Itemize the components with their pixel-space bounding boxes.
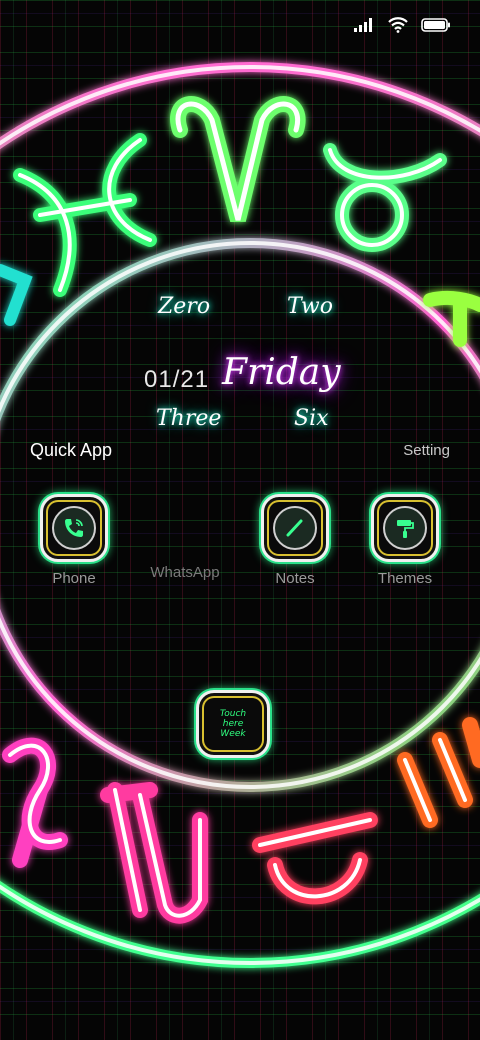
app-icon-frame xyxy=(261,494,329,562)
clock-minute-tens: Three xyxy=(156,406,222,431)
app-phone[interactable]: Phone xyxy=(38,494,110,587)
aquarius-sign xyxy=(0,264,33,326)
aries-sign xyxy=(170,96,306,223)
signal-icon xyxy=(352,16,376,34)
touch-week-button[interactable]: Touch here Week xyxy=(196,690,270,758)
battery-icon xyxy=(420,16,452,34)
leo-sign xyxy=(397,717,480,828)
app-icon-frame xyxy=(371,494,439,562)
clock-hour-tens: Zero xyxy=(158,294,211,319)
wifi-icon xyxy=(386,16,410,34)
app-icon-frame xyxy=(40,494,108,562)
weekday-text: Friday xyxy=(222,352,341,393)
app-themes[interactable]: Themes xyxy=(369,494,441,587)
pen-icon xyxy=(273,506,317,550)
quick-app-label: Quick App xyxy=(30,440,113,460)
setting-button[interactable]: Setting xyxy=(403,442,450,459)
touch-week-text: Touch here Week xyxy=(219,709,247,739)
date-text: 01/21 xyxy=(144,366,210,393)
app-label-whatsapp: WhatsApp xyxy=(150,564,220,581)
paint-roller-icon xyxy=(383,506,427,550)
clock-minute-ones: Six xyxy=(294,406,329,431)
app-label-themes: Themes xyxy=(377,570,433,587)
status-bar xyxy=(352,14,452,36)
app-notes[interactable]: Notes xyxy=(259,494,331,587)
phone-icon xyxy=(52,506,96,550)
app-icon-frame: Touch here Week xyxy=(196,690,270,758)
app-whatsapp[interactable]: WhatsApp xyxy=(149,494,221,581)
app-label-phone: Phone xyxy=(52,570,96,587)
clock-hour-ones: Two xyxy=(287,294,333,319)
app-label-notes: Notes xyxy=(275,570,315,587)
